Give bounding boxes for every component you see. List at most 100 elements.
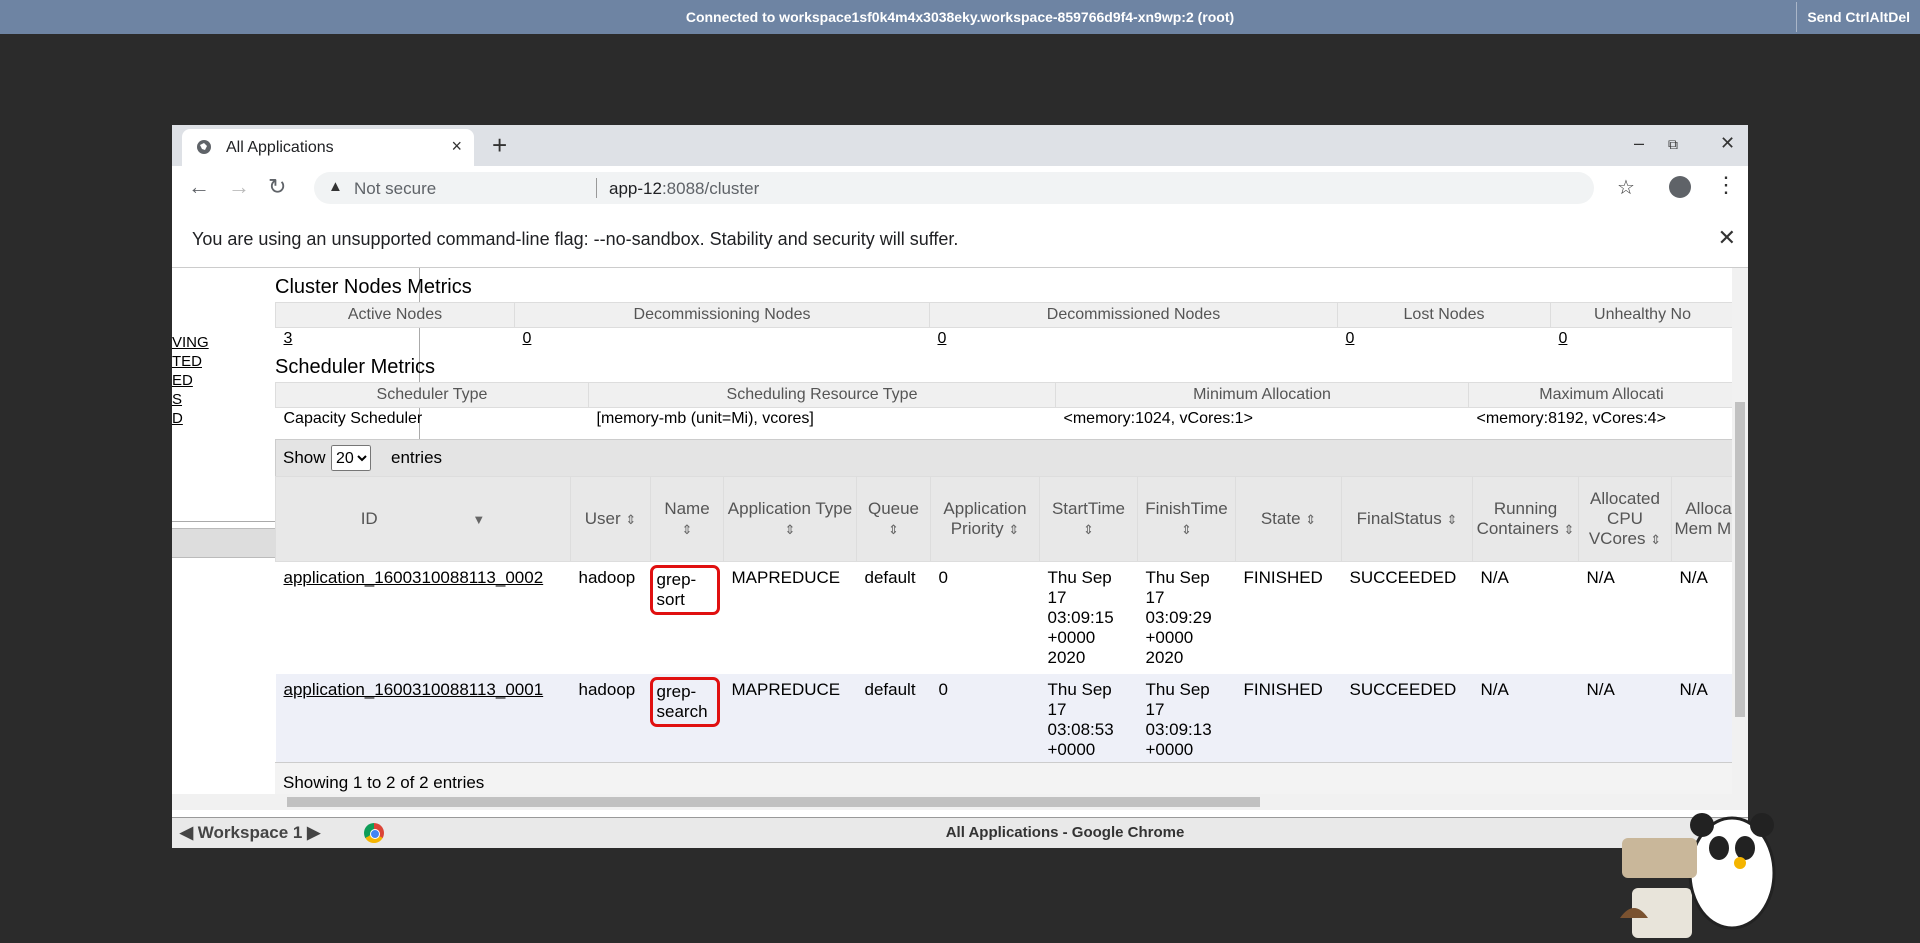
col-maximum-allocation: Maximum Allocati (1468, 382, 1732, 408)
priority-cell: 0 (930, 561, 1040, 674)
send-ctrl-alt-del-button[interactable]: Send CtrlAltDel (1796, 2, 1920, 32)
col-finalstatus[interactable]: FinalStatus ⇕ (1341, 476, 1473, 562)
col-starttime[interactable]: StartTime ⇕ (1039, 476, 1138, 562)
taskbar: ◀ Workspace 1 ▶ All Applications - Googl… (172, 817, 1748, 848)
col-queue[interactable]: Queue ⇕ (856, 476, 931, 562)
col-user-label: User (584, 509, 621, 528)
nav-link-killed[interactable]: S (172, 391, 182, 408)
minimize-icon[interactable]: – (1634, 133, 1644, 154)
entries-length-control: Show 20 entries (275, 439, 1732, 477)
col-active-nodes: Active Nodes (275, 302, 515, 328)
col-finalstatus-label: FinalStatus (1356, 509, 1442, 528)
close-window-icon[interactable]: ✕ (1720, 133, 1735, 154)
chrome-icon (364, 823, 384, 843)
back-icon[interactable]: ← (188, 174, 210, 200)
decommissioning-nodes-value[interactable]: 0 (515, 328, 930, 351)
sort-desc-icon: ▼ (472, 512, 486, 527)
decommissioned-nodes-value[interactable]: 0 (930, 328, 1338, 351)
not-secure-label: Not secure (354, 179, 437, 198)
vertical-scroll-thumb[interactable] (1735, 402, 1745, 717)
sort-icon: ⇕ (1446, 512, 1458, 527)
panda-mascot-icon (1620, 813, 1776, 938)
page-content: VING TED ED S D Cluster Nodes Metrics Ac… (172, 268, 1732, 794)
show-label: Show (283, 448, 326, 467)
menu-icon[interactable]: ⋮ (1715, 172, 1737, 198)
url-text: app-12:8088/cluster (609, 179, 759, 199)
entries-label: entries (391, 448, 443, 467)
highlighted-app-name: grep-sort (649, 565, 720, 615)
url-path: :8088/cluster (661, 179, 760, 198)
table-row: application_1600310088113_0002 hadoop gr… (275, 561, 1732, 674)
scheduler-metrics-title: Scheduler Metrics (275, 356, 436, 378)
user-cell: hadoop (570, 561, 651, 674)
application-id-link[interactable]: application_1600310088113_0002 (275, 561, 571, 674)
col-finishtime[interactable]: FinishTime ⇕ (1137, 476, 1236, 562)
minimum-allocation-value: <memory:1024, vCores:1> (1063, 410, 1253, 427)
col-application-priority[interactable]: Application Priority ⇕ (930, 476, 1040, 562)
active-nodes-value[interactable]: 3 (276, 328, 515, 351)
starttime-cell: Thu Sep 17 03:09:15 +0000 2020 (1039, 561, 1138, 674)
col-unhealthy-nodes: Unhealthy No (1550, 302, 1732, 328)
cluster-nodes-table: Active Nodes Decommissioning Nodes Decom… (275, 302, 1732, 350)
tab-all-applications[interactable]: All Applications × (182, 129, 474, 166)
workspace-switcher[interactable]: ◀ Workspace 1 ▶ (180, 823, 320, 843)
account-icon[interactable] (1669, 176, 1691, 198)
col-id-label: ID (360, 509, 378, 528)
col-decommissioning-nodes: Decommissioning Nodes (514, 302, 930, 328)
col-id[interactable]: ID ▼ (275, 476, 571, 562)
col-application-type[interactable]: Application Type ⇕ (723, 476, 857, 562)
new-tab-button[interactable]: + (492, 130, 507, 161)
col-decommissioned-nodes: Decommissioned Nodes (929, 302, 1338, 328)
col-running-containers[interactable]: Running Containers ⇕ (1472, 476, 1579, 562)
allocated-memory-cell: N/A (1671, 561, 1732, 674)
lost-nodes-value[interactable]: 0 (1338, 328, 1551, 351)
col-name[interactable]: Name ⇕ (650, 476, 724, 562)
allocated-vcores-cell: N/A (1578, 561, 1672, 674)
sort-icon: ⇕ (784, 522, 796, 537)
entries-per-page-select[interactable]: 20 (331, 445, 371, 471)
chrome-window: All Applications × + – ⧉ ✕ ← → ↻ ▲ Not s… (172, 125, 1748, 847)
forward-icon[interactable]: → (228, 174, 250, 200)
nav-link-finished[interactable]: ED (172, 372, 193, 389)
browser-toolbar: ← → ↻ ▲ Not secure app-12:8088/cluster ☆… (172, 166, 1748, 212)
close-infobar-icon[interactable]: ✕ (1718, 225, 1736, 251)
col-allocated-memory-mb-label: Alloca Mem MB (1674, 499, 1733, 538)
name-cell: grep-sort (649, 561, 724, 674)
sort-icon: ⇕ (1563, 522, 1575, 537)
running-containers-cell: N/A (1472, 561, 1579, 674)
scheduler-metrics-table: Scheduler Type Scheduling Resource Type … (275, 382, 1732, 430)
tab-strip: All Applications × + – ⧉ ✕ (172, 125, 1748, 166)
warning-icon: ▲ (328, 178, 343, 195)
sort-icon: ⇕ (1008, 522, 1020, 537)
close-tab-icon[interactable]: × (451, 136, 462, 157)
nav-link-saving[interactable]: VING (172, 334, 209, 351)
address-bar[interactable]: ▲ Not secure app-12:8088/cluster (314, 172, 1594, 204)
table-info-footer: Showing 1 to 2 of 2 entries (275, 762, 1732, 794)
unhealthy-nodes-value[interactable]: 0 (1551, 328, 1733, 351)
showing-entries-text: Showing 1 to 2 of 2 entries (283, 773, 485, 792)
col-state[interactable]: State ⇕ (1235, 476, 1342, 562)
scheduling-resource-type-value: [memory-mb (unit=Mi), vcores] (596, 410, 814, 427)
applications-table: ID ▼ User ⇕ Name ⇕ Application Type ⇕ Que… (275, 476, 1732, 786)
vnc-connection-title: Connected to workspace1sf0k4m4x3038eky.w… (685, 9, 1235, 25)
reload-icon[interactable]: ↻ (268, 174, 286, 200)
col-allocated-cpu-vcores[interactable]: Allocated CPU VCores ⇕ (1578, 476, 1672, 562)
bookmark-star-icon[interactable]: ☆ (1617, 175, 1635, 200)
col-allocated-memory-mb[interactable]: Alloca Mem MB (1671, 476, 1733, 562)
nav-link-failed[interactable]: D (172, 410, 183, 427)
queue-cell: default (856, 561, 931, 674)
nav-link-accepted[interactable]: TED (172, 353, 202, 370)
taskbar-window-title[interactable]: All Applications - Google Chrome (382, 824, 1748, 841)
restore-icon[interactable]: ⧉ (1668, 136, 1678, 153)
col-running-containers-label: Running Containers (1476, 499, 1559, 538)
col-scheduler-type: Scheduler Type (275, 382, 589, 408)
horizontal-scroll-thumb[interactable] (287, 797, 1260, 807)
omnibox-divider (596, 178, 597, 198)
col-scheduling-resource-type: Scheduling Resource Type (588, 382, 1056, 408)
maximum-allocation-value: <memory:8192, vCores:4> (1476, 410, 1666, 427)
url-host: app-12 (609, 179, 662, 198)
col-user[interactable]: User ⇕ (570, 476, 651, 562)
vertical-scrollbar[interactable] (1732, 268, 1748, 794)
horizontal-scrollbar[interactable] (172, 794, 1748, 810)
sort-icon: ⇕ (625, 512, 637, 527)
